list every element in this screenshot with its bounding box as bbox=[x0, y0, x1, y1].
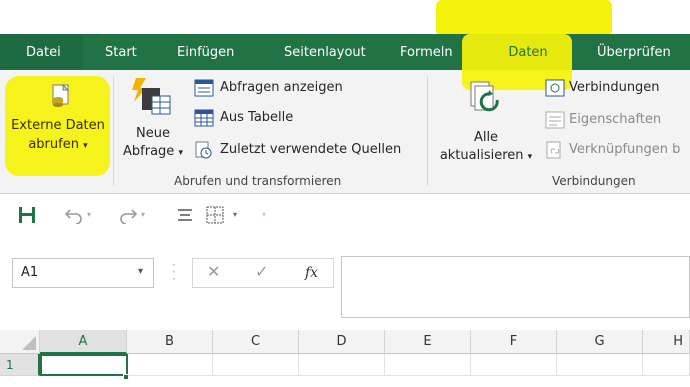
cell-h1[interactable] bbox=[643, 354, 690, 376]
cell-c1[interactable] bbox=[213, 354, 299, 376]
ribbon-tab-bar: Datei Start Einfügen Seitenlayout Formel… bbox=[0, 34, 690, 70]
row-header-1[interactable]: 1 bbox=[0, 354, 40, 376]
ribbon-separator bbox=[427, 76, 428, 186]
tab-seitenlayout[interactable]: Seitenlayout bbox=[284, 34, 366, 70]
external-data-label-2: abrufen ▾ bbox=[28, 137, 88, 152]
column-header-g[interactable]: G bbox=[557, 330, 643, 354]
external-data-label-1: Externe Daten bbox=[11, 118, 105, 133]
external-data-button[interactable]: Externe Daten abrufen ▾ bbox=[6, 118, 110, 170]
group-label-connections: Verbindungen bbox=[552, 174, 636, 188]
refresh-all-label-1: Alle bbox=[473, 130, 499, 145]
properties-button: Eigenschaften bbox=[545, 110, 685, 132]
connections-icon bbox=[545, 79, 565, 97]
excel-window: Datei Start Einfügen Seitenlayout Formel… bbox=[0, 0, 690, 387]
insert-function-icon[interactable]: fx bbox=[305, 265, 318, 281]
formula-bar-splitter[interactable]: · · · bbox=[172, 259, 176, 285]
tab-formeln[interactable]: Formeln bbox=[400, 34, 453, 70]
edit-links-icon bbox=[546, 141, 561, 159]
from-table-label: Aus Tabelle bbox=[220, 110, 294, 125]
enter-icon[interactable]: ✓ bbox=[255, 262, 268, 281]
recent-sources-button[interactable]: Zuletzt verwendete Quellen bbox=[194, 140, 416, 162]
cell-d1[interactable] bbox=[299, 354, 385, 376]
select-all-corner[interactable] bbox=[0, 330, 40, 354]
undo-dropdown-caret[interactable]: ▾ bbox=[87, 210, 91, 219]
new-query-button[interactable]: Neue Abfrage ▾ bbox=[118, 126, 188, 166]
border-dropdown-caret[interactable]: ▾ bbox=[233, 210, 237, 219]
tab-start[interactable]: Start bbox=[105, 34, 137, 70]
properties-icon bbox=[545, 111, 565, 129]
tab-daten[interactable]: Daten bbox=[488, 34, 568, 70]
name-box-caret[interactable]: ▾ bbox=[138, 266, 143, 277]
refresh-all-button[interactable]: Alle aktualisieren ▾ bbox=[436, 130, 536, 170]
column-header-f[interactable]: F bbox=[471, 330, 557, 354]
customize-qat-caret[interactable]: ▾ bbox=[262, 210, 266, 219]
edit-links-label: Verknüpfungen b bbox=[569, 142, 681, 157]
from-table-button[interactable]: Aus Tabelle bbox=[194, 108, 314, 130]
tab-einfuegen[interactable]: Einfügen bbox=[177, 34, 234, 70]
border-icon[interactable] bbox=[206, 206, 226, 224]
align-icon[interactable] bbox=[176, 206, 194, 224]
tab-ueberpruefen[interactable]: Überprüfen bbox=[597, 34, 671, 70]
formula-controls: ✕ ✓ fx bbox=[192, 258, 334, 288]
edit-links-button: Verknüpfungen b bbox=[545, 140, 690, 162]
show-queries-label: Abfragen anzeigen bbox=[220, 80, 343, 95]
column-header-h[interactable]: H bbox=[643, 330, 690, 354]
column-header-c[interactable]: C bbox=[213, 330, 299, 354]
highlight-mark-tab-top bbox=[436, 0, 612, 36]
refresh-all-label-2: aktualisieren ▾ bbox=[439, 148, 533, 163]
new-query-label-2: Abfrage ▾ bbox=[123, 144, 183, 159]
properties-label: Eigenschaften bbox=[569, 112, 662, 127]
group-label-get-transform: Abrufen und transformieren bbox=[174, 174, 342, 188]
select-all-icon bbox=[22, 336, 36, 350]
undo-icon[interactable] bbox=[64, 206, 84, 224]
show-queries-button[interactable]: Abfragen anzeigen bbox=[194, 78, 364, 100]
cell-b1[interactable] bbox=[128, 354, 213, 376]
column-header-d[interactable]: D bbox=[299, 330, 385, 354]
ribbon-separator bbox=[113, 76, 114, 186]
recent-sources-label: Zuletzt verwendete Quellen bbox=[220, 142, 402, 157]
name-box[interactable]: A1 ▾ bbox=[12, 258, 154, 288]
tab-datei[interactable]: Datei bbox=[0, 34, 83, 70]
column-header-e[interactable]: E bbox=[385, 330, 471, 354]
recent-sources-icon bbox=[195, 141, 212, 159]
formula-input[interactable] bbox=[341, 256, 690, 318]
table-icon bbox=[194, 109, 214, 127]
quick-access-toolbar: ▾ ▾ ▾ ▾ bbox=[0, 194, 690, 238]
show-queries-icon bbox=[194, 79, 214, 97]
new-query-label-1: Neue bbox=[136, 126, 170, 141]
name-box-value: A1 bbox=[21, 265, 39, 280]
refresh-all-icon bbox=[470, 81, 499, 112]
redo-icon[interactable] bbox=[118, 206, 138, 224]
formula-bar-area: A1 ▾ · · · ✕ ✓ fx bbox=[0, 238, 690, 330]
cell-a1[interactable] bbox=[40, 354, 128, 376]
cancel-icon[interactable]: ✕ bbox=[207, 262, 220, 281]
redo-dropdown-caret[interactable]: ▾ bbox=[141, 210, 145, 219]
ribbon-content: Externe Daten abrufen ▾ Neue Abfrage ▾ A… bbox=[0, 70, 690, 194]
cell-e1[interactable] bbox=[385, 354, 471, 376]
cell-f1[interactable] bbox=[471, 354, 557, 376]
column-header-b[interactable]: B bbox=[127, 330, 213, 354]
cell-g1[interactable] bbox=[557, 354, 643, 376]
save-icon[interactable] bbox=[18, 206, 36, 224]
connections-label: Verbindungen bbox=[569, 80, 660, 95]
external-data-icon bbox=[52, 83, 70, 107]
connections-button[interactable]: Verbindungen bbox=[545, 78, 685, 100]
new-query-icon bbox=[132, 78, 171, 115]
column-header-a[interactable]: A bbox=[40, 330, 127, 354]
worksheet-grid: A B C D E F G H 1 bbox=[0, 330, 690, 387]
